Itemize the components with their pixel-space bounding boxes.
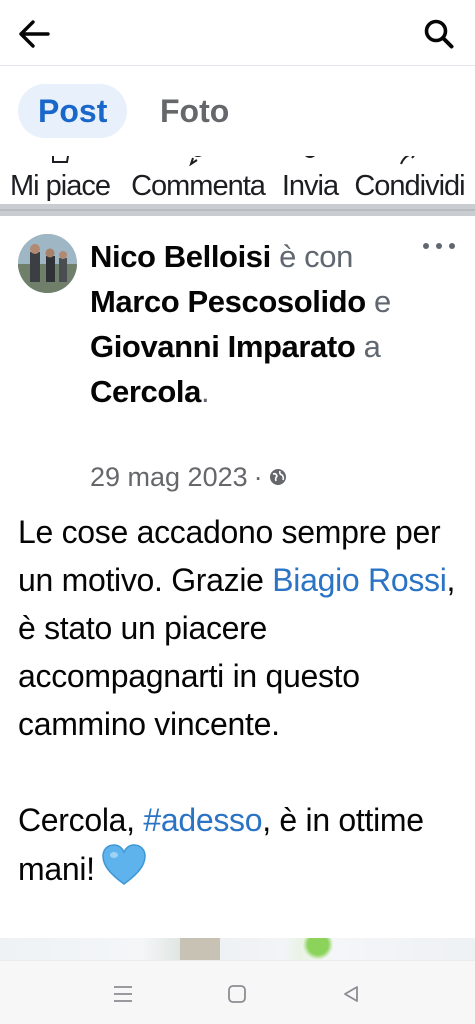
messenger-icon	[305, 156, 315, 158]
top-bar	[0, 0, 475, 66]
tab-bar: Post Foto	[0, 66, 475, 156]
tagged-person-1[interactable]: Marco Pescosolido	[90, 284, 366, 319]
send-button[interactable]: Invia	[276, 156, 344, 204]
home-button[interactable]	[222, 979, 252, 1009]
post-image-preview[interactable]	[0, 938, 475, 960]
mention-link[interactable]: Biagio Rossi	[272, 562, 447, 598]
meta-separator: ·	[253, 462, 263, 492]
post-text-part-3: Cercola,	[18, 802, 144, 838]
like-icon	[52, 156, 70, 163]
tab-post[interactable]: Post	[18, 84, 128, 138]
search-icon	[424, 19, 454, 49]
recents-button[interactable]	[108, 979, 138, 1009]
period: .	[200, 374, 210, 409]
recents-icon	[114, 986, 132, 1002]
like-label: Mi piace	[10, 170, 111, 202]
comment-label: Commenta	[131, 170, 266, 202]
post-header: Nico Belloisi è con Marco Pescosolido e …	[90, 234, 430, 414]
feed-divider	[0, 204, 475, 216]
globe-icon	[269, 469, 286, 485]
post-action-bar: Mi piace Commenta Invia Condividi	[0, 156, 475, 204]
avatar-photo	[18, 234, 77, 293]
author-name[interactable]: Nico Belloisi	[90, 239, 271, 274]
at-text: a	[363, 329, 381, 364]
with-text: è con	[279, 239, 353, 274]
home-icon	[228, 985, 246, 1003]
back-nav-button[interactable]	[336, 979, 366, 1009]
back-triangle-icon	[344, 986, 358, 1002]
share-label: Condividi	[354, 170, 465, 202]
hashtag-link[interactable]: #adesso	[143, 802, 262, 838]
avatar[interactable]	[18, 234, 77, 293]
image-detail	[180, 938, 220, 960]
post-text: Le cose accadono sempre per un motivo. G…	[18, 508, 458, 893]
post-card: Nico Belloisi è con Marco Pescosolido e …	[0, 216, 475, 938]
like-button[interactable]: Mi piace	[0, 156, 120, 204]
back-button[interactable]	[14, 14, 54, 54]
blue-heart-icon	[102, 844, 146, 885]
tagged-person-2[interactable]: Giovanni Imparato	[90, 329, 356, 364]
search-button[interactable]	[419, 14, 459, 54]
share-icon	[399, 156, 415, 165]
share-button[interactable]: Condividi	[344, 156, 475, 204]
and-text: e	[373, 284, 391, 319]
comment-icon	[189, 156, 202, 166]
location-link[interactable]: Cercola	[90, 374, 201, 409]
send-label: Invia	[281, 170, 339, 202]
post-date[interactable]: 29 mag 2023	[90, 459, 248, 495]
comment-button[interactable]: Commenta	[120, 156, 276, 204]
image-detail	[298, 938, 338, 960]
system-nav-bar	[0, 960, 475, 1024]
tab-foto[interactable]: Foto	[140, 84, 249, 138]
arrow-left-icon	[19, 20, 50, 48]
post-meta: 29 mag 2023 ·	[90, 459, 287, 495]
